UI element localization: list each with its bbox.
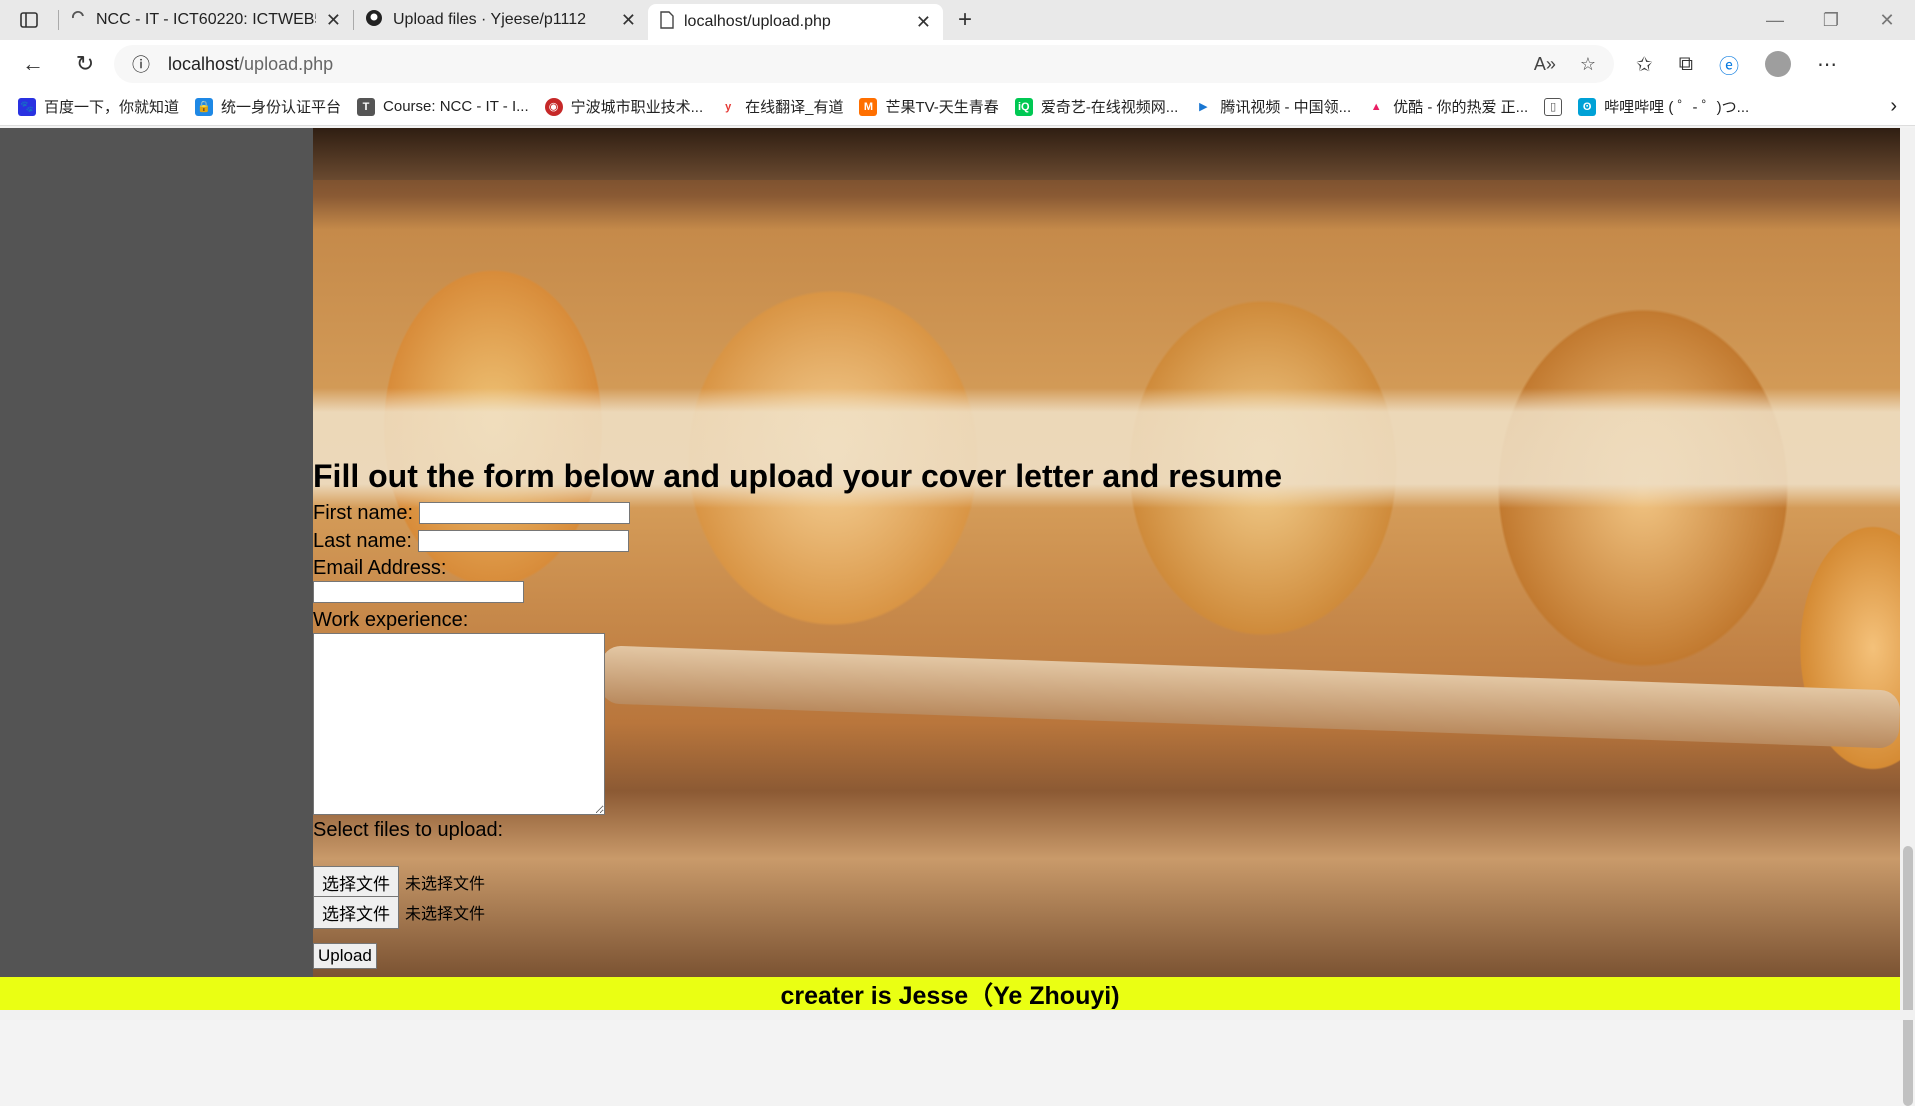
window-controls: — ❐ ✕ — [1747, 0, 1915, 40]
bookmark-item[interactable]: ▶ 腾讯视频 - 中国领... — [1194, 96, 1351, 117]
page-icon: ▯ — [1544, 98, 1562, 116]
window-close-icon[interactable]: ✕ — [1859, 0, 1915, 40]
close-icon[interactable]: ✕ — [916, 12, 931, 33]
lock-icon: 🔒 — [195, 98, 213, 116]
bookmark-item[interactable]: ▯ — [1544, 98, 1562, 116]
tab-github[interactable]: Upload files · Yjeese/p1112 ✕ — [353, 0, 648, 40]
bookmark-label: 百度一下，你就知道 — [44, 96, 179, 117]
page-title: Fill out the form below and upload your … — [313, 458, 1282, 495]
choose-file-button[interactable]: 选择文件 — [313, 896, 399, 929]
site-info-icon[interactable]: ⓘ — [132, 51, 150, 77]
loading-icon — [70, 10, 86, 31]
bookmark-label: 统一身份认证平台 — [221, 96, 341, 117]
footer-credit: creater is Jesse（Ye Zhouyi) — [780, 976, 1119, 1012]
tencent-video-icon: ▶ — [1194, 98, 1212, 116]
bookmarks-bar: 🐾 百度一下，你就知道 🔒 统一身份认证平台 T Course: NCC - IT -… — [0, 88, 1915, 126]
bookmark-item[interactable]: 🔒 统一身份认证平台 — [195, 96, 341, 117]
url-path: /upload.php — [239, 54, 333, 74]
file-picker-cover-letter: 选择文件 未选择文件 — [313, 867, 1282, 897]
add-favorite-icon[interactable]: ☆ — [1580, 54, 1596, 75]
course-icon: T — [357, 98, 375, 116]
tab-title: NCC - IT - ICT60220: ICTWEB513 — [96, 11, 316, 29]
bookmark-item[interactable]: 🐾 百度一下，你就知道 — [18, 96, 179, 117]
no-file-chosen-text: 未选择文件 — [405, 870, 485, 894]
bookmark-item[interactable]: T Course: NCC - IT - I... — [357, 98, 529, 116]
back-icon[interactable]: ← — [10, 44, 56, 84]
read-aloud-icon[interactable]: A» — [1534, 54, 1556, 75]
last-name-row: Last name: — [313, 527, 1282, 555]
scrollbar-thumb[interactable] — [1903, 846, 1913, 1106]
email-label: Email Address: — [313, 555, 1282, 581]
no-file-chosen-text: 未选择文件 — [405, 900, 485, 924]
footer-banner: creater is Jesse（Ye Zhouyi) — [0, 977, 1900, 1011]
last-name-label: Last name: — [313, 530, 412, 553]
first-name-field[interactable] — [419, 502, 630, 524]
bookmark-label: 哔哩哔哩 ( ゜- ゜)つ... — [1604, 96, 1749, 117]
close-icon[interactable]: ✕ — [326, 10, 341, 31]
youku-icon: ▲ — [1367, 98, 1385, 116]
files-label: Select files to upload: — [313, 817, 1282, 843]
horizontal-scrollbar[interactable] — [0, 1010, 1915, 1020]
address-bar-row: ← ↻ ⓘ localhost/upload.php A» ☆ ✩ ⧉ ⓔ ⋯ — [0, 40, 1915, 88]
bookmark-label: 宁波城市职业技术... — [571, 96, 704, 117]
first-name-row: First name: — [313, 499, 1282, 527]
upload-button[interactable]: Upload — [313, 943, 377, 969]
upload-form: Fill out the form below and upload your … — [313, 458, 1282, 969]
bookmark-item[interactable]: M 芒果TV-天生青春 — [859, 96, 998, 117]
close-icon[interactable]: ✕ — [621, 10, 636, 31]
college-icon: ◉ — [545, 98, 563, 116]
bookmark-item[interactable]: ʘ 哔哩哔哩 ( ゜- ゜)つ... — [1578, 96, 1749, 117]
url-host: localhost — [168, 54, 239, 74]
bookmark-label: Course: NCC - IT - I... — [383, 98, 529, 115]
restore-icon[interactable]: ❐ — [1803, 0, 1859, 40]
bookmark-label: 腾讯视频 - 中国领... — [1220, 96, 1351, 117]
bookmark-label: 在线翻译_有道 — [745, 96, 843, 117]
work-experience-label: Work experience: — [313, 607, 1282, 633]
tab-bar: NCC - IT - ICT60220: ICTWEB513 ✕ Upload … — [0, 0, 1915, 40]
reload-icon[interactable]: ↻ — [62, 44, 108, 84]
youdao-icon: y — [719, 98, 737, 116]
browser-chrome: NCC - IT - ICT60220: ICTWEB513 ✕ Upload … — [0, 0, 1915, 126]
file-picker-resume: 选择文件 未选择文件 — [313, 897, 1282, 927]
last-name-field[interactable] — [418, 530, 629, 552]
url-text: localhost/upload.php — [168, 54, 333, 75]
bookmark-label: 爱奇艺-在线视频网... — [1041, 96, 1179, 117]
tab-actions-icon[interactable] — [0, 0, 58, 40]
first-name-label: First name: — [313, 502, 413, 525]
mango-tv-icon: M — [859, 98, 877, 116]
more-menu-icon[interactable]: ⋯ — [1817, 52, 1837, 77]
bilibili-icon: ʘ — [1578, 98, 1596, 116]
iqiyi-icon: iQ — [1015, 98, 1033, 116]
work-experience-textarea[interactable] — [313, 633, 605, 815]
profile-avatar[interactable] — [1765, 51, 1791, 77]
tab-ncc[interactable]: NCC - IT - ICT60220: ICTWEB513 ✕ — [58, 0, 353, 40]
favorites-icon[interactable]: ✩ — [1636, 52, 1653, 77]
tab-title: localhost/upload.php — [684, 13, 906, 31]
chevron-right-icon[interactable]: › — [1890, 95, 1897, 118]
github-icon — [365, 9, 383, 32]
choose-file-button[interactable]: 选择文件 — [313, 866, 399, 899]
tab-localhost[interactable]: localhost/upload.php ✕ — [648, 4, 943, 40]
email-field[interactable] — [313, 581, 524, 603]
minimize-icon[interactable]: — — [1747, 0, 1803, 40]
address-bar[interactable]: ⓘ localhost/upload.php A» ☆ — [114, 45, 1614, 83]
bookmark-item[interactable]: y 在线翻译_有道 — [719, 96, 843, 117]
vertical-scrollbar[interactable] — [1900, 128, 1915, 1010]
tab-title: Upload files · Yjeese/p1112 — [393, 11, 611, 29]
collections-icon[interactable]: ⧉ — [1679, 53, 1693, 76]
edge-icon[interactable]: ⓔ — [1719, 50, 1739, 79]
bookmark-label: 优酷 - 你的热爱 正... — [1393, 96, 1528, 117]
new-tab-icon[interactable]: + — [943, 0, 987, 40]
bookmark-item[interactable]: iQ 爱奇艺-在线视频网... — [1015, 96, 1179, 117]
bookmark-item[interactable]: ▲ 优酷 - 你的热爱 正... — [1367, 96, 1528, 117]
bookmark-item[interactable]: ◉ 宁波城市职业技术... — [545, 96, 704, 117]
bread-shelf-decoration — [313, 128, 1900, 180]
page-icon — [660, 11, 674, 34]
baidu-icon: 🐾 — [18, 98, 36, 116]
bookmark-label: 芒果TV-天生青春 — [885, 96, 998, 117]
